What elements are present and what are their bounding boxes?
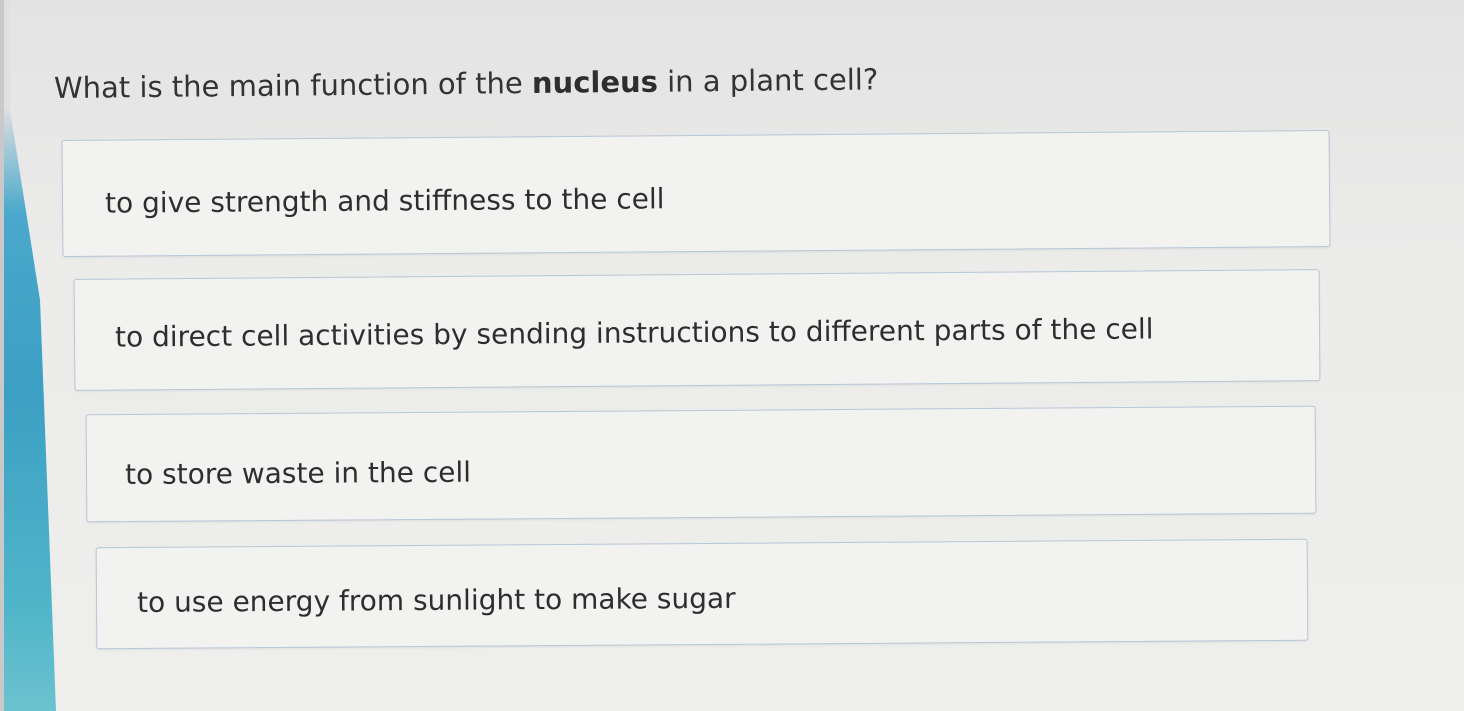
answer-option-label: to direct cell activities by sending ins… bbox=[114, 312, 1154, 354]
window-edge-decoration bbox=[0, 0, 56, 711]
answer-option-label: to store waste in the cell bbox=[124, 455, 472, 492]
answer-option-2[interactable]: to direct cell activities by sending ins… bbox=[73, 269, 1321, 391]
answer-option-label: to use energy from sunlight to make suga… bbox=[136, 581, 736, 619]
question-emphasis: nucleus bbox=[531, 64, 659, 100]
question-text: What is the main function of the nucleus… bbox=[54, 61, 879, 106]
answer-option-label: to give strength and stiffness to the ce… bbox=[104, 182, 665, 220]
answer-option-1[interactable]: to give strength and stiffness to the ce… bbox=[61, 130, 1331, 257]
question-suffix: in a plant cell? bbox=[657, 62, 879, 99]
window-edge-line bbox=[0, 0, 4, 711]
answer-option-3[interactable]: to store waste in the cell bbox=[85, 405, 1317, 523]
question-prefix: What is the main function of the bbox=[53, 65, 533, 105]
answer-option-4[interactable]: to use energy from sunlight to make suga… bbox=[95, 538, 1309, 650]
